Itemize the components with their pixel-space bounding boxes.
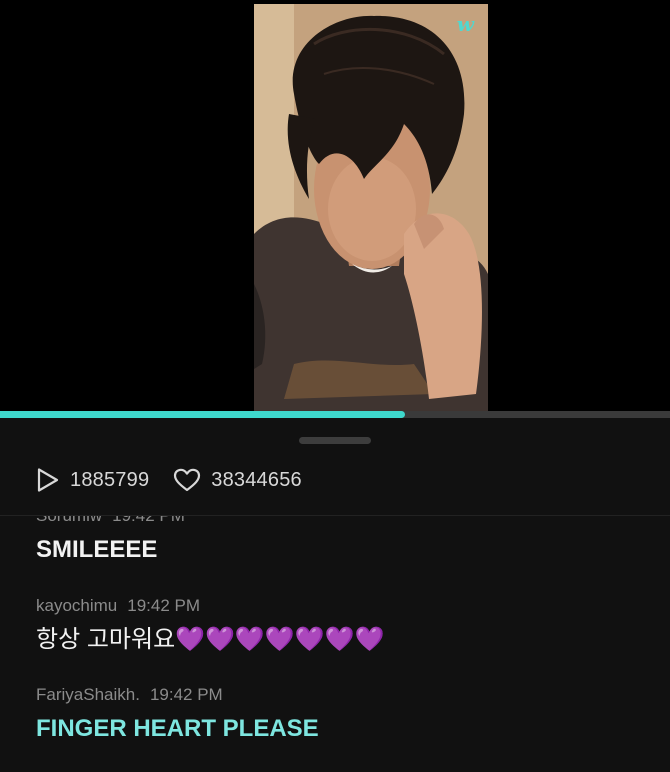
comment-list[interactable]: Sorumiw 19:42 PM SMILEEEE kayochimu 19:42 … (0, 516, 670, 772)
comment-meta: FariyaShaikh. 19:42 PM (36, 684, 636, 706)
video-player[interactable]: w (0, 0, 670, 418)
panel-drag-handle[interactable] (299, 437, 371, 444)
comments-panel: 1885799 38344656 Sorumiw 19:42 PM SMILEEE… (0, 418, 670, 772)
like-count: 38344656 (173, 468, 302, 492)
comment-username[interactable]: kayochimu (36, 596, 117, 615)
video-frame[interactable]: w (254, 4, 488, 412)
video-stats: 1885799 38344656 (36, 466, 302, 494)
comment-text: 항상 고마워요💜💜💜💜💜💜💜 (36, 626, 385, 653)
play-count: 1885799 (36, 467, 149, 493)
comment-meta: Sorumiw 19:42 PM (36, 516, 636, 527)
video-still-image (254, 4, 488, 412)
comment-item: Sorumiw 19:42 PM SMILEEEE (36, 516, 636, 567)
comment-meta: kayochimu 19:42 PM (36, 595, 636, 617)
like-count-value: 38344656 (211, 468, 302, 491)
video-progress-bar[interactable] (0, 411, 670, 418)
comment-text: FINGER HEART PLEASE (36, 715, 319, 742)
heart-icon[interactable] (173, 468, 201, 492)
comment-item: kayochimu 19:42 PM 항상 고마워요💜💜💜💜💜💜💜 (36, 595, 636, 657)
video-progress-fill (0, 411, 406, 418)
comment-username[interactable]: FariyaShaikh. (36, 685, 140, 704)
weverse-logo-icon: w (456, 12, 474, 36)
play-count-value: 1885799 (70, 468, 150, 491)
comment-time: 19:42 PM (112, 516, 185, 525)
comment-time: 19:42 PM (127, 596, 201, 615)
live-video-screen: w 1885799 38344656 SMILEEEE kayochimu 19… (0, 0, 670, 772)
comment-time: 19:42 PM (149, 685, 223, 704)
play-icon (37, 468, 59, 492)
comment-text: SMILEEEE (36, 536, 158, 563)
comment-username[interactable]: Sorumiw (36, 516, 102, 525)
comment-item: FariyaShaikh. 19:42 PM FINGER HEART PLEAS… (36, 684, 636, 746)
